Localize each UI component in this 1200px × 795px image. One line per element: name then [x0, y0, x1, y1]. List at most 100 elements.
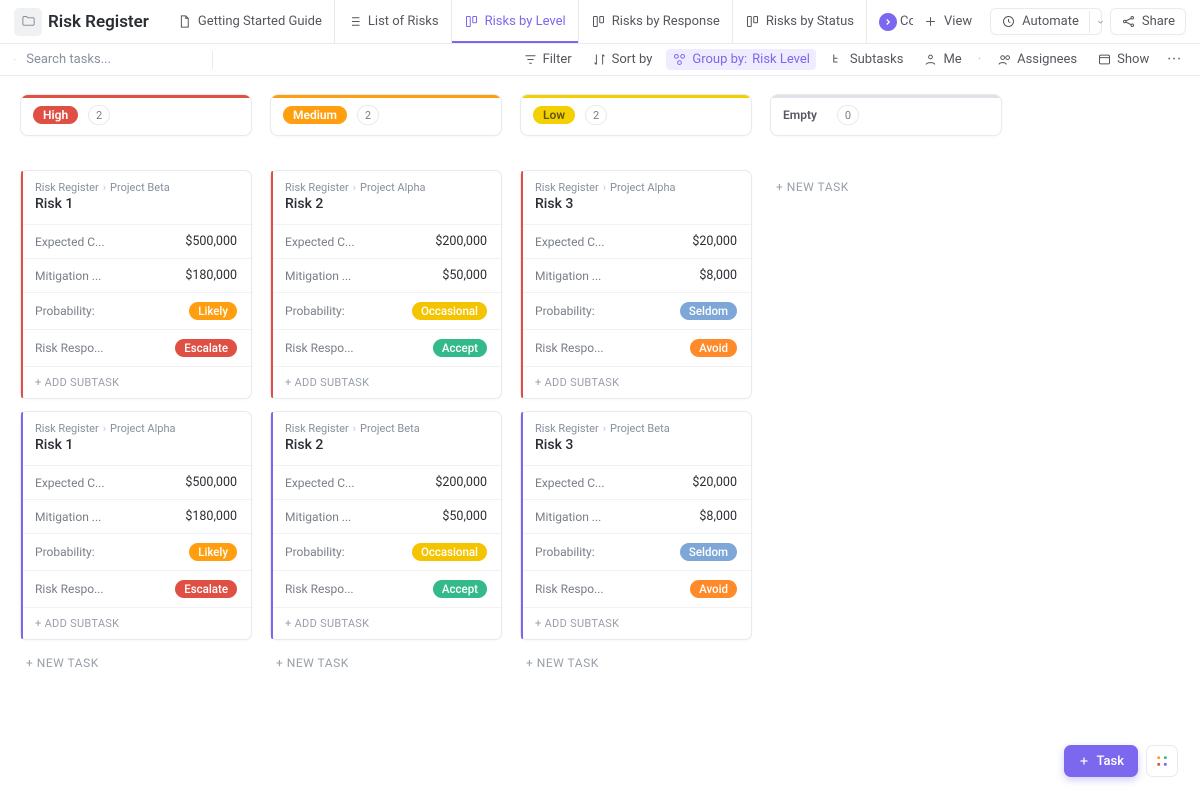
- column-chip: Empty: [783, 106, 827, 124]
- group-value: Risk Level: [752, 52, 810, 67]
- column-empty: Empty 0 + NEW TASK: [770, 94, 1002, 204]
- add-subtask-button[interactable]: + ADD SUBTASK: [521, 366, 751, 398]
- sort-label: Sort by: [612, 52, 653, 67]
- column-header[interactable]: High 2: [20, 94, 252, 136]
- share-button[interactable]: Share: [1110, 8, 1186, 35]
- group-icon: [672, 52, 687, 67]
- breadcrumb: Risk Register›Project Beta: [21, 171, 251, 196]
- people-icon: [997, 52, 1012, 67]
- column-count: 2: [88, 105, 110, 125]
- kanban-board: High 2 Risk Register›Project BetaRisk 1Exp…: [0, 76, 1200, 795]
- tab-label: Risks by Response: [612, 14, 720, 29]
- board-icon: [745, 14, 760, 29]
- board-icon: [464, 14, 479, 29]
- new-task-button[interactable]: + NEW TASK: [270, 646, 502, 680]
- field-probability: Probability:Likely: [21, 292, 251, 329]
- new-task-button[interactable]: + NEW TASK: [520, 646, 752, 680]
- tab-risks-by-response[interactable]: Risks by Response: [578, 0, 732, 43]
- show-button[interactable]: Show: [1091, 49, 1155, 70]
- separator-dot: ·: [978, 52, 981, 67]
- board-icon: [591, 14, 606, 29]
- field-risk-response: Risk Respo...Avoid: [521, 570, 751, 607]
- search-field[interactable]: [14, 51, 204, 68]
- task-card[interactable]: Risk Register›Project BetaRisk 1Expected…: [20, 170, 252, 399]
- tabs-overflow-button[interactable]: [879, 13, 897, 31]
- tab-risks-by-level[interactable]: Risks by Level: [451, 0, 578, 43]
- add-view-button[interactable]: View: [913, 9, 982, 34]
- card-title: Risk 3: [521, 196, 751, 224]
- view-label: View: [944, 14, 972, 29]
- task-card[interactable]: Risk Register›Project BetaRisk 2Expected…: [270, 411, 502, 640]
- field-probability: Probability:Seldom: [521, 292, 751, 329]
- field-mitigation-cost: Mitigation ...$180,000: [21, 499, 251, 533]
- toolbar: Filter Sort by Group by: Risk Level Subt…: [0, 44, 1200, 76]
- chevron-down-icon[interactable]: [202, 54, 204, 66]
- breadcrumb: Risk Register›Project Alpha: [521, 171, 751, 196]
- field-expected-cost: Expected C...$500,000: [21, 224, 251, 258]
- new-task-button[interactable]: + NEW TASK: [770, 170, 1002, 204]
- add-subtask-button[interactable]: + ADD SUBTASK: [21, 607, 251, 639]
- page-title: Risk Register: [48, 12, 149, 32]
- column-header[interactable]: Low 2: [520, 94, 752, 136]
- new-task-fab[interactable]: Task: [1064, 745, 1138, 777]
- column-chip: High: [33, 106, 78, 124]
- field-mitigation-cost: Mitigation ...$180,000: [21, 258, 251, 292]
- column-header[interactable]: Empty 0: [770, 94, 1002, 136]
- filter-button[interactable]: Filter: [517, 49, 578, 70]
- assignees-button[interactable]: Assignees: [991, 49, 1083, 70]
- field-probability: Probability:Occasional: [271, 292, 501, 329]
- filter-icon: [523, 52, 538, 67]
- add-subtask-button[interactable]: + ADD SUBTASK: [271, 366, 501, 398]
- more-menu-button[interactable]: ···: [1163, 52, 1186, 67]
- column-count: 2: [585, 105, 607, 125]
- field-expected-cost: Expected C...$500,000: [21, 465, 251, 499]
- field-mitigation-cost: Mitigation ...$8,000: [521, 258, 751, 292]
- folder-icon: [14, 8, 42, 36]
- column-low: Low2Risk Register›Project AlphaRisk 3Exp…: [520, 94, 752, 680]
- field-expected-cost: Expected C...$20,000: [521, 465, 751, 499]
- apps-fab[interactable]: [1146, 745, 1178, 777]
- add-subtask-button[interactable]: + ADD SUBTASK: [21, 366, 251, 398]
- field-mitigation-cost: Mitigation ...$8,000: [521, 499, 751, 533]
- filter-label: Filter: [543, 52, 572, 67]
- card-title: Risk 2: [271, 196, 501, 224]
- field-mitigation-cost: Mitigation ...$50,000: [271, 499, 501, 533]
- field-risk-response: Risk Respo...Avoid: [521, 329, 751, 366]
- tab-list-of-risks[interactable]: List of Risks: [334, 0, 451, 43]
- field-expected-cost: Expected C...$200,000: [271, 224, 501, 258]
- task-card[interactable]: Risk Register›Project AlphaRisk 2Expecte…: [270, 170, 502, 399]
- field-expected-cost: Expected C...$20,000: [521, 224, 751, 258]
- card-title: Risk 3: [521, 437, 751, 465]
- column-chip: Low: [533, 106, 575, 124]
- me-button[interactable]: Me: [917, 49, 967, 70]
- add-subtask-button[interactable]: + ADD SUBTASK: [521, 607, 751, 639]
- automate-button[interactable]: Automate: [990, 8, 1102, 35]
- chevron-down-icon[interactable]: [1089, 11, 1111, 33]
- field-risk-response: Risk Respo...Accept: [271, 329, 501, 366]
- column-header[interactable]: Medium2: [270, 94, 502, 136]
- search-input[interactable]: [24, 51, 194, 68]
- sort-button[interactable]: Sort by: [586, 49, 659, 70]
- subtasks-button[interactable]: Subtasks: [824, 49, 910, 70]
- field-risk-response: Risk Respo...Accept: [271, 570, 501, 607]
- tab-risks-by-status[interactable]: Risks by Status: [732, 0, 866, 43]
- tab-getting-started-guide[interactable]: Getting Started Guide: [165, 0, 334, 43]
- breadcrumb: Risk Register›Project Beta: [271, 412, 501, 437]
- doc-icon: [177, 14, 192, 29]
- task-card[interactable]: Risk Register›Project AlphaRisk 3Expecte…: [520, 170, 752, 399]
- tab-bar: Getting Started GuideList of RisksRisks …: [165, 0, 877, 43]
- automate-label: Automate: [1022, 14, 1079, 29]
- task-card[interactable]: Risk Register›Project BetaRisk 3Expected…: [520, 411, 752, 640]
- assignees-label: Assignees: [1017, 52, 1077, 67]
- add-subtask-button[interactable]: + ADD SUBTASK: [271, 607, 501, 639]
- task-card[interactable]: Risk Register›Project AlphaRisk 1Expecte…: [20, 411, 252, 640]
- apps-icon: [1154, 753, 1170, 769]
- group-prefix: Group by:: [692, 52, 747, 67]
- column-chip: Medium: [283, 106, 347, 124]
- group-by-button[interactable]: Group by: Risk Level: [666, 49, 816, 70]
- tab-label: Getting Started Guide: [198, 14, 322, 29]
- divider: [212, 51, 213, 69]
- column-count: 0: [837, 105, 859, 125]
- breadcrumb: Risk Register›Project Alpha: [271, 171, 501, 196]
- new-task-button[interactable]: + NEW TASK: [20, 646, 252, 680]
